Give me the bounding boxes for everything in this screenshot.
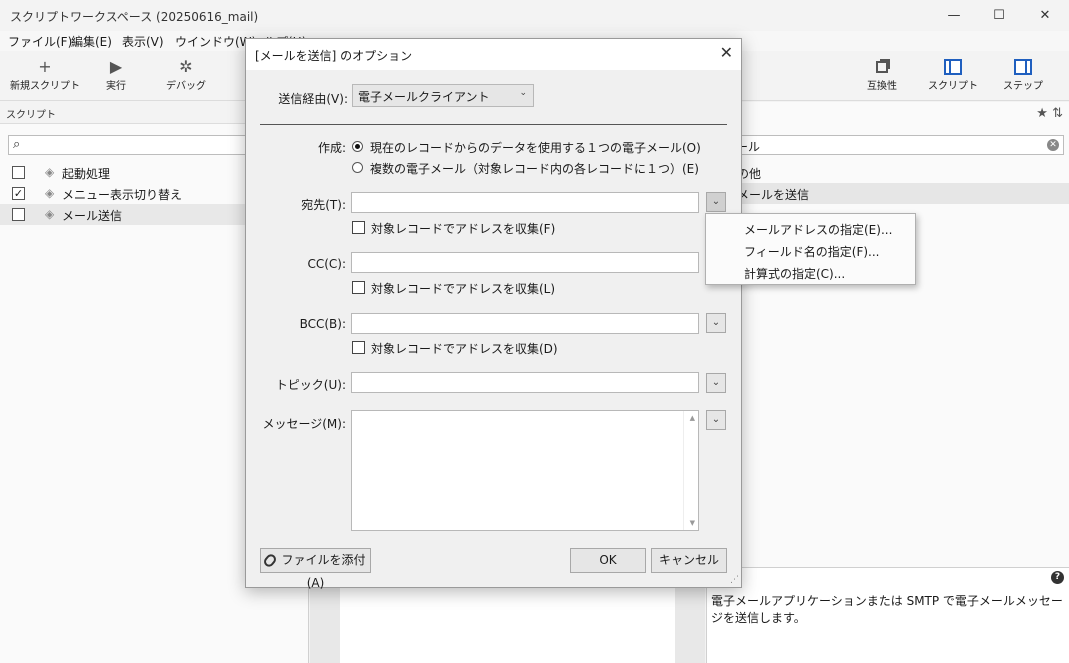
plus-icon: + <box>38 57 52 76</box>
bug-icon: ✲ <box>179 57 193 76</box>
collect-cc-checkbox[interactable] <box>352 281 365 294</box>
collect-bcc-checkbox[interactable] <box>352 341 365 354</box>
subject-label: トピック(U): <box>275 378 346 392</box>
to-field[interactable] <box>351 192 699 213</box>
sort-az-icon[interactable]: ⇅ <box>1052 106 1063 121</box>
resize-grip-icon[interactable]: ⋰ <box>730 575 739 585</box>
multiple-email-radio[interactable] <box>352 162 363 173</box>
single-email-radio[interactable] <box>352 141 363 152</box>
close-window-button[interactable]: ✕ <box>1022 0 1068 31</box>
menu-edit[interactable]: 編集(E) <box>71 33 112 50</box>
new-script-button[interactable]: + 新規スクリプト <box>10 57 80 92</box>
bcc-field[interactable] <box>351 313 699 334</box>
scroll-up-icon[interactable]: ▲ <box>690 414 695 422</box>
script-icon: ◈ <box>45 186 55 200</box>
single-email-label[interactable]: 現在のレコードからのデータを使用する１つの電子メール(O) <box>370 139 701 156</box>
collect-to-label[interactable]: 対象レコードでアドレスを収集(F) <box>371 220 555 237</box>
message-label: メッセージ(M): <box>262 417 346 431</box>
right-panel-icon <box>1014 59 1032 75</box>
script-checkbox[interactable] <box>12 208 25 221</box>
send-via-select[interactable]: 電子メールクライアント ⌄ <box>352 84 534 107</box>
steps-pane: ★ ⇅ ール ✕ の他 メールを送信 ? 電子メールアプリケーションまたは SM… <box>706 102 1069 663</box>
step-description-panel: ? 電子メールアプリケーションまたは SMTP で電子メールメッセージを送信しま… <box>707 567 1069 663</box>
title-bar: スクリプトワークスペース (20250616_mail) — ☐ ✕ <box>0 0 1069 31</box>
dialog-title: [メールを送信] のオプション <box>255 49 413 63</box>
paperclip-icon <box>262 552 279 569</box>
cc-label: CC(C): <box>307 257 346 271</box>
cancel-button[interactable]: キャンセル <box>651 548 727 573</box>
debug-button[interactable]: ✲ デバッグ <box>151 57 221 92</box>
ok-button[interactable]: OK <box>570 548 646 573</box>
step-category-item[interactable]: の他 <box>707 162 1069 183</box>
subject-field[interactable] <box>351 372 699 393</box>
message-scrollbar[interactable]: ▲ ▼ <box>683 411 698 530</box>
to-label: 宛先(T): <box>301 198 346 212</box>
script-icon: ◈ <box>45 207 55 221</box>
script-checkbox[interactable]: ✓ <box>12 187 25 200</box>
collect-bcc-label[interactable]: 対象レコードでアドレスを収集(D) <box>371 340 558 357</box>
chevron-down-icon: ⌄ <box>711 196 721 207</box>
chevron-down-icon: ⌄ <box>519 88 527 98</box>
send-via-label: 送信経由(V): <box>278 92 348 106</box>
chevron-down-icon: ⌄ <box>711 414 721 425</box>
step-pane-toggle[interactable]: ステップ <box>988 57 1058 92</box>
chevron-down-icon: ⌄ <box>711 317 721 328</box>
step-item-send-mail[interactable]: メールを送信 <box>707 183 1069 204</box>
collect-to-checkbox[interactable] <box>352 221 365 234</box>
compatibility-icon <box>876 61 888 73</box>
step-description: 電子メールアプリケーションまたは SMTP で電子メールメッセージを送信します。 <box>711 594 1063 625</box>
window-title: スクリプトワークスペース (20250616_mail) <box>10 10 259 24</box>
dialog-title-bar: [メールを送信] のオプション ✕ <box>246 39 741 70</box>
message-textarea[interactable]: ▲ ▼ <box>351 410 699 531</box>
search-icon: ⌕ <box>13 137 21 152</box>
menu-item-specify-calculation[interactable]: 計算式の指定(C)... <box>744 265 845 282</box>
step-search-input[interactable]: ール ✕ <box>707 135 1064 155</box>
address-options-menu: メールアドレスの指定(E)... フィールド名の指定(F)... 計算式の指定(… <box>705 213 916 285</box>
play-icon: ▶ <box>109 57 123 76</box>
chevron-down-icon: ⌄ <box>711 377 721 388</box>
to-options-button[interactable]: ⌄ <box>706 192 726 212</box>
send-mail-options-dialog: [メールを送信] のオプション ✕ 送信経由(V): 電子メールクライアント ⌄… <box>245 38 742 590</box>
subject-options-button[interactable]: ⌄ <box>706 373 726 393</box>
dialog-close-icon[interactable]: ✕ <box>720 43 733 62</box>
scroll-down-icon[interactable]: ▼ <box>690 519 695 527</box>
minimize-button[interactable]: — <box>931 0 977 31</box>
compatibility-button[interactable]: 互換性 <box>847 57 917 92</box>
collect-cc-label[interactable]: 対象レコードでアドレスを収集(L) <box>371 280 555 297</box>
bcc-label: BCC(B): <box>299 317 346 331</box>
menu-view[interactable]: 表示(V) <box>122 33 164 50</box>
script-icon: ◈ <box>45 165 55 179</box>
script-pane-toggle[interactable]: スクリプト <box>918 57 988 92</box>
bcc-options-button[interactable]: ⌄ <box>706 313 726 333</box>
message-options-button[interactable]: ⌄ <box>706 410 726 430</box>
cc-field[interactable] <box>351 252 699 273</box>
menu-file[interactable]: ファイル(F) <box>8 33 72 50</box>
create-label: 作成: <box>317 141 346 155</box>
clear-search-icon[interactable]: ✕ <box>1047 139 1059 151</box>
favorite-star-icon[interactable]: ★ <box>1036 106 1048 121</box>
help-icon[interactable]: ? <box>1051 571 1064 584</box>
left-panel-icon <box>944 59 962 75</box>
menu-item-specify-field[interactable]: フィールド名の指定(F)... <box>744 243 879 260</box>
menu-item-specify-email[interactable]: メールアドレスの指定(E)... <box>744 221 892 238</box>
divider <box>260 124 727 125</box>
attach-file-button[interactable]: ファイルを添付(A) <box>260 548 371 590</box>
editor-area[interactable] <box>340 582 675 663</box>
maximize-button[interactable]: ☐ <box>976 0 1022 31</box>
script-checkbox[interactable] <box>12 166 25 179</box>
run-button[interactable]: ▶ 実行 <box>81 57 151 92</box>
multiple-email-label[interactable]: 複数の電子メール（対象レコード内の各レコードに１つ）(E) <box>370 160 699 177</box>
